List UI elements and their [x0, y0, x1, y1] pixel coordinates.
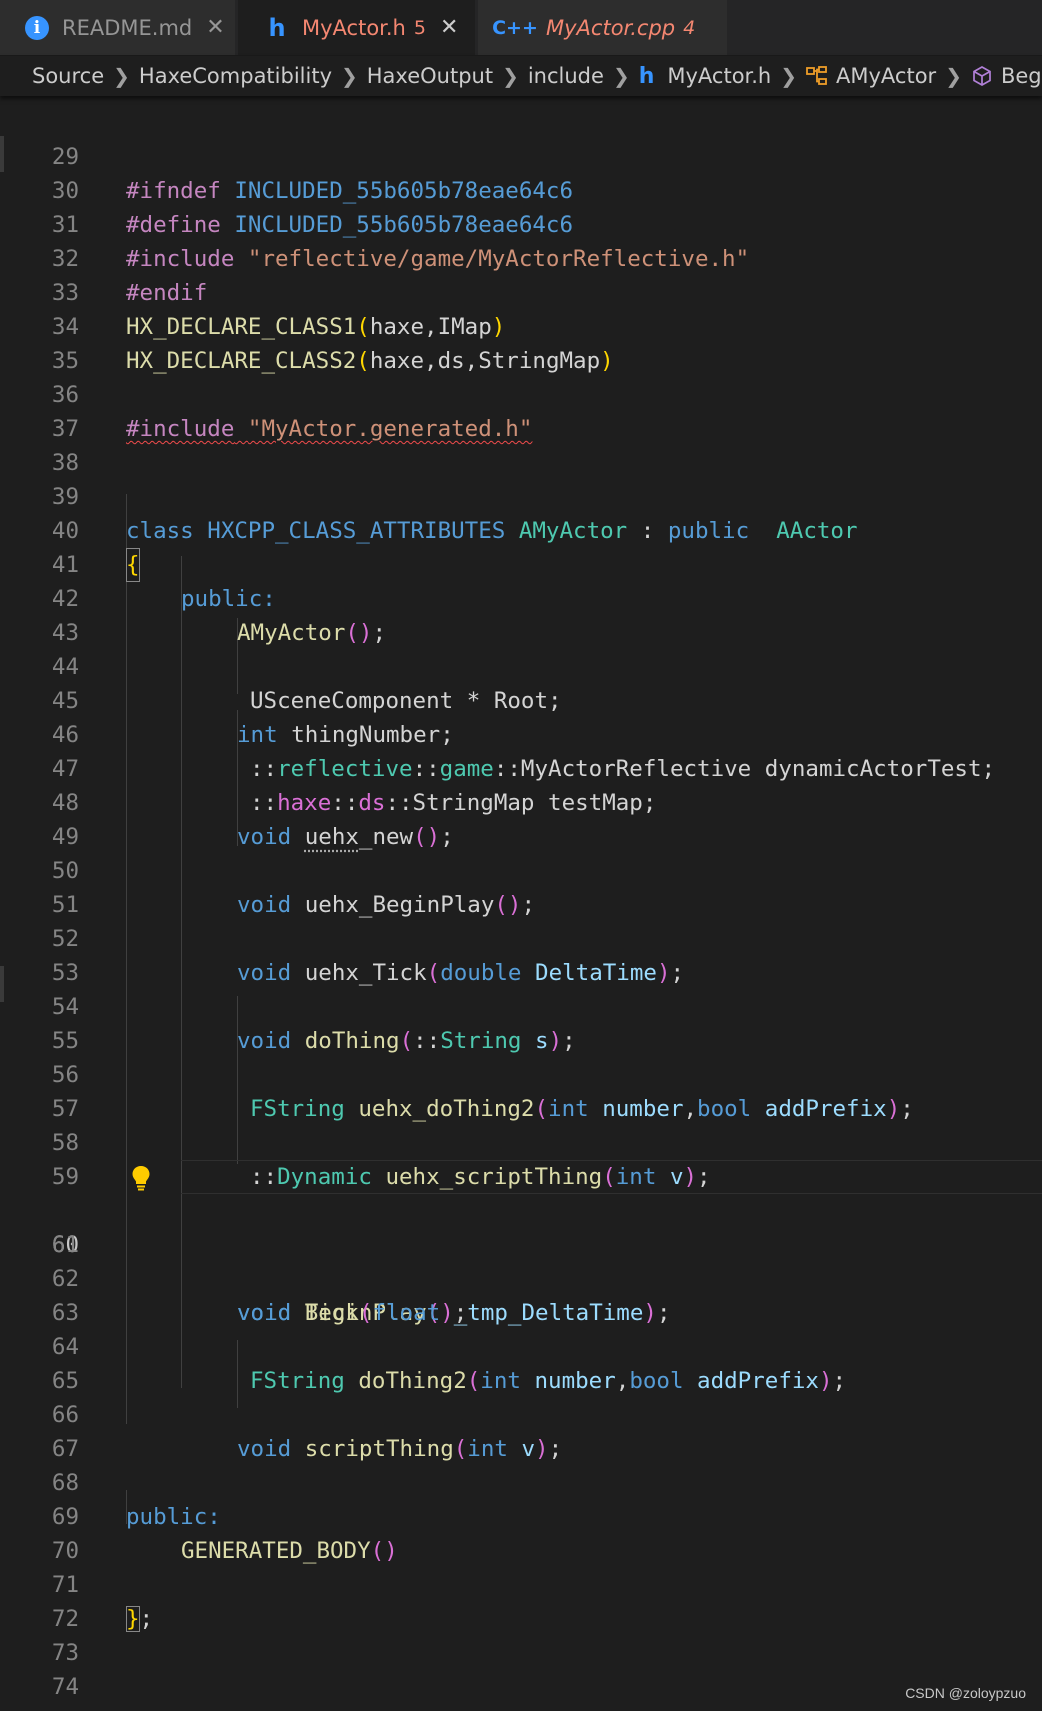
- code-line: 59: [0, 1126, 1042, 1190]
- code-line: 52 void uehx_Tick(double DeltaTime);: [0, 888, 1042, 986]
- breadcrumb-item-haxeoutput[interactable]: HaxeOutput: [367, 64, 493, 88]
- code-line: 33 HX_DECLARE_CLASS1(haxe,IMap): [0, 242, 1042, 340]
- info-icon: i: [24, 15, 50, 41]
- tab-readme[interactable]: i README.md ✕: [0, 0, 236, 55]
- code-line: 41 public:: [0, 514, 1042, 612]
- close-icon[interactable]: ✕: [206, 15, 224, 40]
- tab-label: MyActor.h: [302, 15, 406, 40]
- code-line: 57: [0, 1058, 1042, 1122]
- code-line: 73: [0, 1602, 1042, 1666]
- chevron-right-icon: ❯: [502, 64, 519, 88]
- breadcrumb-file-label: MyActor.h: [667, 64, 772, 88]
- breadcrumb-item-source[interactable]: Source: [32, 64, 104, 88]
- code-line: 31 #include "reflective/game/MyActorRefl…: [0, 174, 1042, 272]
- code-line: 66 void scriptThing(int v);: [0, 1364, 1042, 1462]
- breadcrumb: Source ❯ HaxeCompatibility ❯ HaxeOutput …: [0, 56, 1042, 96]
- code-line: 64 FString doThing2(int number,bool addP…: [0, 1296, 1042, 1394]
- code-line: 72: [0, 1568, 1042, 1632]
- breadcrumb-item-class[interactable]: AMyActor: [806, 64, 936, 88]
- code-line: 29 #ifndef INCLUDED_55b605b78eae64c6: [0, 106, 1042, 204]
- code-editor[interactable]: 29 #ifndef INCLUDED_55b605b78eae64c6 30 …: [0, 96, 1042, 1711]
- problem-count-badge: 5: [413, 16, 426, 39]
- breadcrumb-item-method[interactable]: Begin: [971, 64, 1042, 88]
- code-line: 45 int thingNumber;: [0, 650, 1042, 748]
- tab-label: MyActor.cpp: [546, 15, 676, 40]
- current-code-line: 60 void BeginPlay();: [0, 1160, 1042, 1326]
- code-line: 47 ::haxe::ds::StringMap testMap;: [0, 718, 1042, 816]
- breadcrumb-method-label: Begin: [1000, 64, 1042, 88]
- breadcrumb-item-haxecompatibility[interactable]: HaxeCompatibility: [139, 64, 332, 88]
- code-line: 39 class HXCPP_CLASS_ATTRIBUTES AMyActor…: [0, 446, 1042, 544]
- code-line: 38: [0, 412, 1042, 476]
- code-line: 67: [0, 1398, 1042, 1462]
- tab-label: README.md: [62, 15, 193, 40]
- tab-myactor-h[interactable]: h MyActor.h 5 ✕: [238, 0, 476, 55]
- code-line: 36 #include "MyActor.generated.h": [0, 344, 1042, 442]
- chevron-right-icon: ❯: [780, 64, 798, 88]
- code-line: 75: [0, 1670, 1042, 1711]
- code-line: 53: [0, 922, 1042, 986]
- tab-myactor-cpp[interactable]: C++ MyActor.cpp 4: [478, 0, 728, 55]
- close-icon[interactable]: ✕: [440, 15, 458, 40]
- code-line: 49: [0, 786, 1042, 850]
- code-line: 56 FString uehx_doThing2(int number,bool…: [0, 1024, 1042, 1122]
- code-line: 48 void uehx_new();: [0, 752, 1042, 850]
- code-line: 30 #define INCLUDED_55b605b78eae64c6: [0, 140, 1042, 238]
- chevron-right-icon: ❯: [113, 64, 130, 88]
- watermark: CSDN @zoloypzuo: [905, 1685, 1026, 1701]
- h-file-icon: h: [268, 13, 286, 42]
- code-line: 55: [0, 990, 1042, 1054]
- code-line: 65: [0, 1330, 1042, 1394]
- problem-count-badge: 4: [683, 16, 696, 39]
- code-text: #endif /* INCLUDED_AMyActor */: [126, 1704, 532, 1711]
- code-line: 58 ::Dynamic uehx_scriptThing(int v);: [0, 1092, 1042, 1190]
- class-symbol-icon: [806, 66, 828, 86]
- code-line: 42 AMyActor();: [0, 548, 1042, 646]
- lightbulb-icon[interactable]: [131, 1165, 151, 1191]
- tab-bar: i README.md ✕ h MyActor.h 5 ✕ C++ MyActo…: [0, 0, 1042, 56]
- code-line: 71 };: [0, 1534, 1042, 1632]
- code-line: 70: [0, 1500, 1042, 1564]
- code-line: 62 void Tick(float _tmp_DeltaTime);: [0, 1228, 1042, 1326]
- code-line: 35: [0, 310, 1042, 374]
- code-line: 34 HX_DECLARE_CLASS2(haxe,ds,StringMap): [0, 276, 1042, 374]
- chevron-right-icon: ❯: [341, 64, 358, 88]
- line-number: 75: [0, 1704, 79, 1711]
- method-symbol-icon: [971, 65, 993, 87]
- chevron-right-icon: ❯: [945, 64, 962, 88]
- chevron-right-icon: ❯: [612, 64, 630, 88]
- code-line: 63: [0, 1262, 1042, 1326]
- breadcrumb-item-file[interactable]: h MyActor.h: [639, 64, 772, 89]
- code-line: 50 void uehx_BeginPlay();: [0, 820, 1042, 918]
- breadcrumb-class-label: AMyActor: [836, 64, 937, 88]
- code-line: 74 #endif /* INCLUDED_AMyActor */: [0, 1636, 1042, 1711]
- code-line: 40 {: [0, 480, 1042, 582]
- code-line: 32 #endif: [0, 208, 1042, 306]
- current-line-highlight: [181, 1160, 1042, 1194]
- h-file-icon: h: [638, 63, 655, 89]
- code-line: 44 USceneComponent * Root;: [0, 616, 1042, 714]
- breadcrumb-item-include[interactable]: include: [528, 64, 604, 88]
- code-line: 51: [0, 854, 1042, 918]
- code-line: 54 void doThing(::String s);: [0, 956, 1042, 1054]
- code-line: 37: [0, 378, 1042, 442]
- code-line: 61: [0, 1194, 1042, 1258]
- code-line: 46 ::reflective::game::MyActorReflective…: [0, 684, 1042, 782]
- code-line: 69 GENERATED_BODY(): [0, 1466, 1042, 1564]
- code-line: 43: [0, 582, 1042, 646]
- code-line: 68 public:: [0, 1432, 1042, 1530]
- cpp-file-icon: C++: [492, 16, 538, 39]
